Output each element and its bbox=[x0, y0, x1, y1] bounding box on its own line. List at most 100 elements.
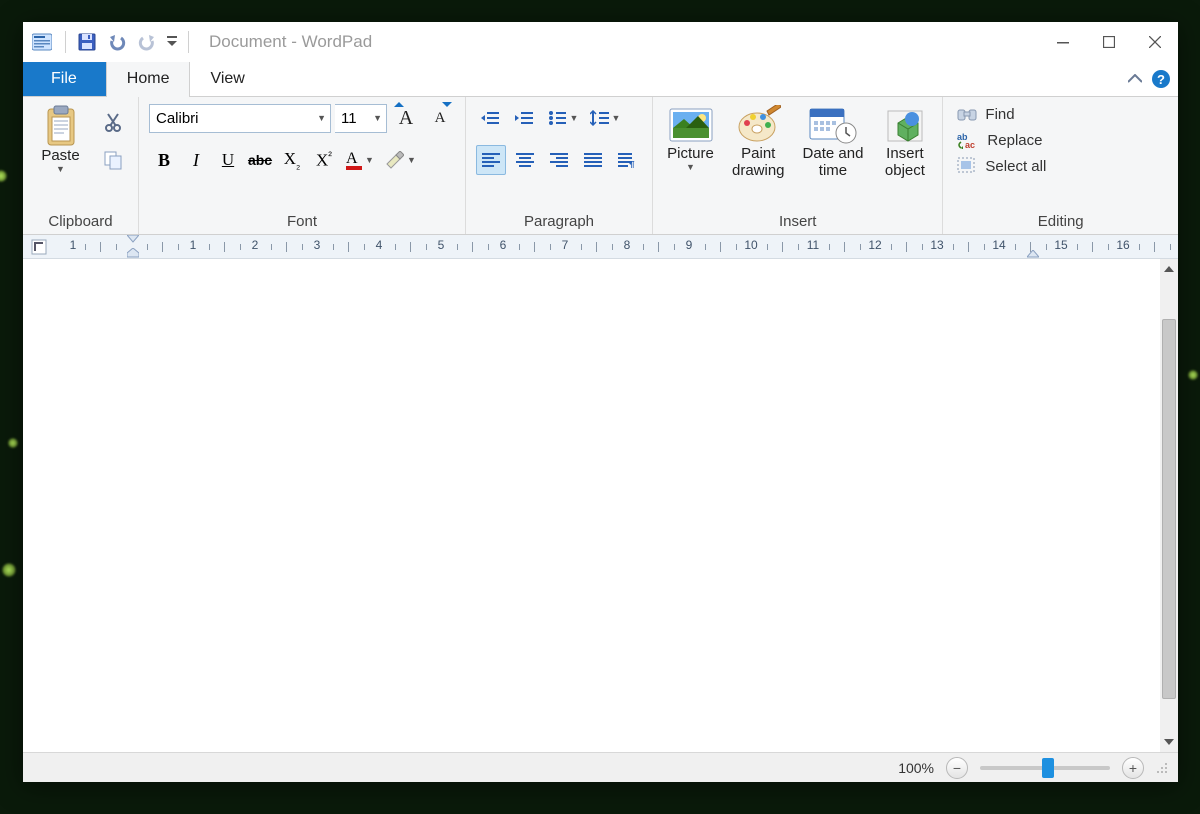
label: Date and time bbox=[803, 145, 864, 180]
replace-icon: abac bbox=[957, 131, 979, 149]
group-paragraph: ▼ ▼ ¶ Paragraph bbox=[466, 97, 653, 234]
help-button[interactable]: ? bbox=[1152, 70, 1170, 88]
ribbon-tabs: File Home View ? bbox=[23, 62, 1178, 97]
list-button[interactable]: ▼ bbox=[544, 103, 582, 133]
collapse-ribbon-button[interactable] bbox=[1128, 74, 1142, 84]
label: Picture bbox=[667, 145, 714, 162]
insert-paint-button[interactable]: Paint drawing bbox=[728, 103, 789, 182]
ribbon: Paste ▼ Clipboard Calibri ▼ 11 ▼ A A bbox=[23, 97, 1178, 235]
calendar-clock-icon bbox=[808, 105, 858, 145]
replace-button[interactable]: abac Replace bbox=[953, 129, 1168, 151]
group-insert-label: Insert bbox=[663, 211, 932, 230]
close-button[interactable] bbox=[1132, 22, 1178, 62]
group-clipboard: Paste ▼ Clipboard bbox=[23, 97, 139, 234]
redo-button[interactable] bbox=[134, 29, 160, 55]
scroll-thumb[interactable] bbox=[1162, 319, 1176, 699]
label: Replace bbox=[987, 132, 1042, 149]
selectall-button[interactable]: Select all bbox=[953, 155, 1168, 177]
resize-grip-icon[interactable] bbox=[1156, 762, 1168, 774]
justify-button[interactable] bbox=[578, 145, 608, 175]
label: Insert object bbox=[885, 145, 925, 180]
select-all-icon bbox=[957, 157, 977, 175]
insert-picture-button[interactable]: Picture▼ bbox=[663, 103, 718, 174]
undo-icon bbox=[107, 33, 127, 51]
label: Paint drawing bbox=[732, 145, 785, 180]
highlighter-icon bbox=[384, 151, 404, 169]
dropdown-icon: ▼ bbox=[317, 113, 326, 123]
binoculars-icon bbox=[957, 105, 977, 123]
chevron-up-icon bbox=[1128, 74, 1142, 84]
align-center-button[interactable] bbox=[510, 145, 540, 175]
object-icon bbox=[884, 105, 926, 145]
cut-button[interactable] bbox=[98, 107, 128, 137]
increase-indent-button[interactable] bbox=[510, 103, 540, 133]
find-button[interactable]: Find bbox=[953, 103, 1168, 125]
save-button[interactable] bbox=[74, 29, 100, 55]
ruler[interactable]: 112345678910111213141516 bbox=[23, 235, 1178, 259]
svg-text:¶: ¶ bbox=[629, 160, 635, 168]
copy-button[interactable] bbox=[98, 145, 128, 175]
font-size-value: 11 bbox=[341, 110, 357, 127]
superscript-button[interactable]: X² bbox=[309, 145, 339, 175]
font-family-value: Calibri bbox=[156, 110, 199, 127]
scroll-up-button[interactable] bbox=[1160, 259, 1178, 279]
group-font: Calibri▼ 11▼ A A B I U abc X₂ X² A▼ ▼ Fo… bbox=[139, 97, 466, 234]
underline-button[interactable]: U bbox=[213, 145, 243, 175]
italic-button[interactable]: I bbox=[181, 145, 211, 175]
strikethrough-button[interactable]: abc bbox=[245, 145, 275, 175]
redo-icon bbox=[137, 33, 157, 51]
save-icon bbox=[78, 33, 96, 51]
zoom-slider[interactable] bbox=[980, 766, 1110, 770]
paste-button[interactable]: Paste ▼ bbox=[33, 103, 88, 176]
align-right-button[interactable] bbox=[544, 145, 574, 175]
window-controls bbox=[1040, 22, 1178, 62]
label: Find bbox=[985, 106, 1014, 123]
highlight-button[interactable]: ▼ bbox=[381, 145, 419, 175]
label: Select all bbox=[985, 158, 1046, 175]
group-paragraph-label: Paragraph bbox=[476, 211, 642, 230]
insert-datetime-button[interactable]: Date and time bbox=[799, 103, 868, 182]
font-color-button[interactable]: A▼ bbox=[341, 145, 379, 175]
qat-customize-button[interactable] bbox=[164, 29, 180, 55]
minimize-button[interactable] bbox=[1040, 22, 1086, 62]
tab-file[interactable]: File bbox=[23, 62, 106, 96]
grow-font-button[interactable]: A bbox=[391, 103, 421, 133]
dropdown-icon: ▼ bbox=[373, 113, 382, 123]
picture-icon bbox=[668, 105, 714, 145]
group-editing-label: Editing bbox=[953, 211, 1168, 230]
titlebar: Document - WordPad bbox=[23, 22, 1178, 62]
font-size-combo[interactable]: 11 ▼ bbox=[335, 104, 387, 133]
quick-access-toolbar bbox=[74, 29, 180, 55]
maximize-button[interactable] bbox=[1086, 22, 1132, 62]
paragraph-button[interactable]: ¶ bbox=[612, 145, 642, 175]
group-insert: Picture▼ Paint drawing Date and time Ins… bbox=[653, 97, 943, 234]
subscript-button[interactable]: X₂ bbox=[277, 145, 307, 175]
zoom-out-button[interactable]: − bbox=[946, 757, 968, 779]
scroll-track[interactable] bbox=[1160, 279, 1178, 732]
document-page[interactable] bbox=[23, 259, 1160, 752]
shrink-font-button[interactable]: A bbox=[425, 103, 455, 133]
insert-object-button[interactable]: Insert object bbox=[877, 103, 932, 182]
dropdown-icon: ▼ bbox=[56, 164, 65, 174]
zoom-in-button[interactable]: + bbox=[1122, 757, 1144, 779]
clipboard-icon bbox=[44, 105, 78, 147]
font-family-combo[interactable]: Calibri ▼ bbox=[149, 104, 331, 133]
vertical-scrollbar[interactable] bbox=[1160, 259, 1178, 752]
document-area bbox=[23, 259, 1178, 752]
zoom-level: 100% bbox=[898, 760, 934, 776]
group-clipboard-label: Clipboard bbox=[33, 211, 128, 230]
status-bar: 100% − + bbox=[23, 752, 1178, 782]
line-spacing-button[interactable]: ▼ bbox=[586, 103, 624, 133]
palette-icon bbox=[735, 105, 781, 145]
align-left-button[interactable] bbox=[476, 145, 506, 175]
group-editing: Find abac Replace Select all Editing bbox=[943, 97, 1178, 234]
scroll-down-button[interactable] bbox=[1160, 732, 1178, 752]
window-title: Document - WordPad bbox=[209, 32, 372, 52]
decrease-indent-button[interactable] bbox=[476, 103, 506, 133]
copy-icon bbox=[103, 150, 123, 170]
zoom-slider-knob[interactable] bbox=[1042, 758, 1054, 778]
bold-button[interactable]: B bbox=[149, 145, 179, 175]
tab-home[interactable]: Home bbox=[106, 62, 191, 96]
tab-view[interactable]: View bbox=[190, 62, 265, 96]
undo-button[interactable] bbox=[104, 29, 130, 55]
